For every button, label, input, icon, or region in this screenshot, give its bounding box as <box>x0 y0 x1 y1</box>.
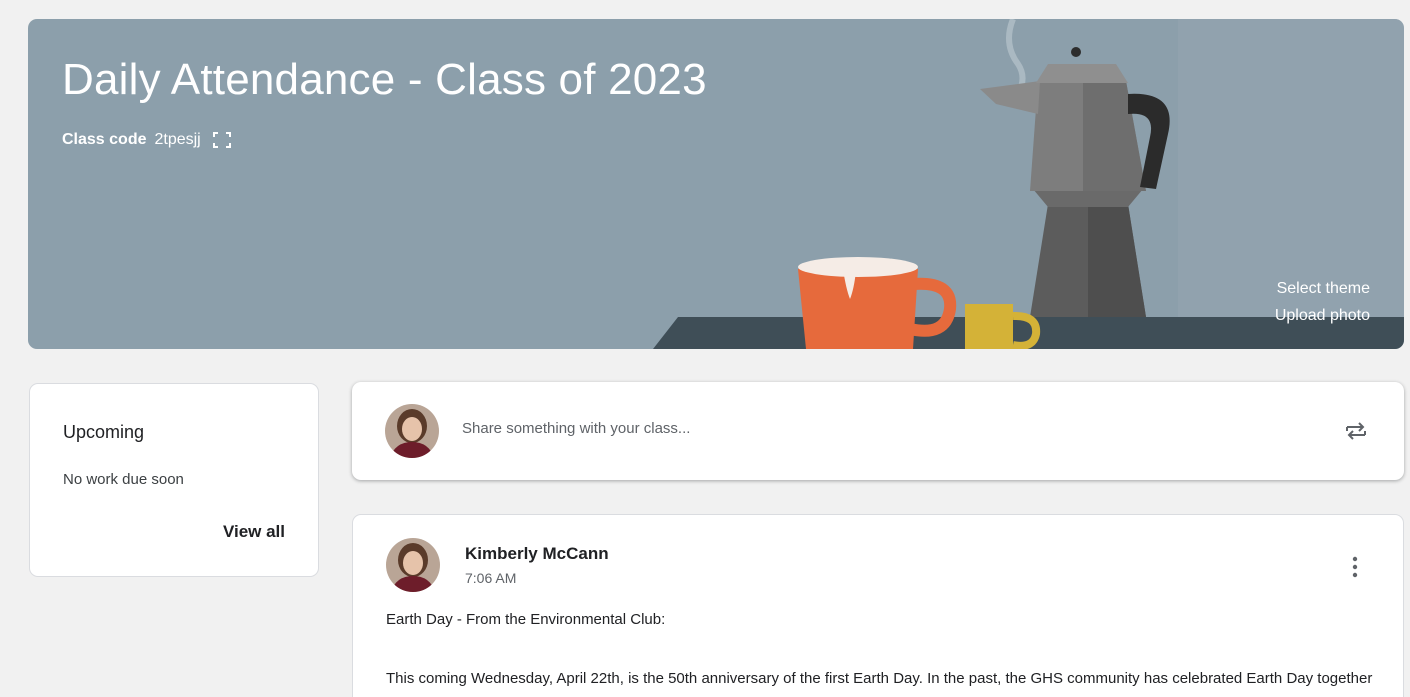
more-vert-icon[interactable] <box>1351 555 1359 579</box>
share-input[interactable]: Share something with your class... <box>462 420 690 437</box>
upcoming-card: Upcoming No work due soon View all <box>29 383 319 577</box>
class-banner: Daily Attendance - Class of 2023 Class c… <box>28 19 1404 349</box>
announcement-post: Kimberly McCann 7:06 AM Earth Day - From… <box>352 514 1404 697</box>
avatar <box>386 538 440 592</box>
class-code-label: Class code <box>62 131 147 148</box>
post-author: Kimberly McCann <box>465 544 609 563</box>
repost-icon[interactable] <box>1343 418 1369 444</box>
class-code-row: Class code 2tpesjj <box>62 131 231 149</box>
post-time: 7:06 AM <box>465 570 517 586</box>
class-title: Daily Attendance - Class of 2023 <box>62 55 707 104</box>
classroom-stream-page: Daily Attendance - Class of 2023 Class c… <box>0 0 1410 697</box>
post-heading: Earth Day - From the Environmental Club: <box>386 611 666 628</box>
user-avatar-image <box>385 404 439 458</box>
upcoming-title: Upcoming <box>63 422 145 442</box>
share-box[interactable]: Share something with your class... <box>352 382 1404 480</box>
upcoming-status: No work due soon <box>63 471 184 488</box>
banner-actions: Select theme Upload photo <box>1275 275 1370 329</box>
avatar <box>385 404 439 458</box>
view-all-link[interactable]: View all <box>223 522 285 542</box>
author-avatar-image <box>386 538 440 592</box>
fullscreen-icon[interactable] <box>212 132 231 148</box>
class-code-value: 2tpesjj <box>154 131 201 148</box>
select-theme-link[interactable]: Select theme <box>1275 275 1370 302</box>
upload-photo-link[interactable]: Upload photo <box>1275 302 1370 329</box>
post-body: This coming Wednesday, April 22th, is th… <box>386 670 1373 687</box>
